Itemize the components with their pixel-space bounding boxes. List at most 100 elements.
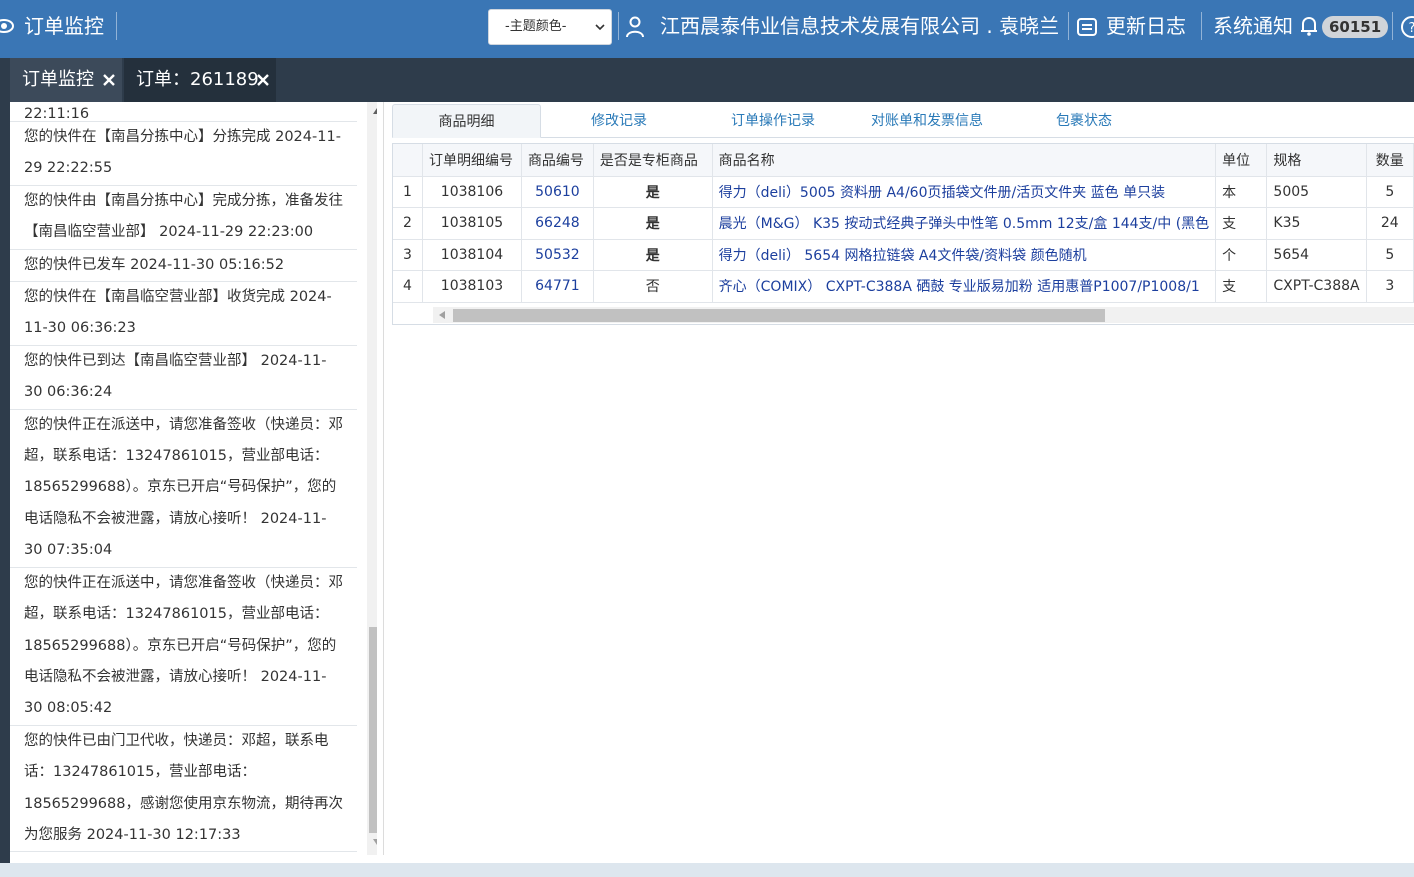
product-id-cell[interactable]: 50532 (521, 239, 594, 271)
unit-cell: 本 (1215, 176, 1268, 208)
spec-cell: K35 (1266, 207, 1367, 240)
tab-order-operation-records[interactable]: 订单操作记录 (731, 104, 815, 138)
scroll-down-arrow-icon[interactable] (373, 839, 377, 845)
tracking-item: 您的快件已到达【南昌临空营业部】 2024-11-30 06:36:24 (10, 346, 357, 410)
column-header[interactable]: 商品编号 (521, 144, 594, 177)
user-icon (626, 16, 644, 38)
column-header[interactable]: 规格 (1266, 144, 1367, 177)
tab-statement-invoice[interactable]: 对账单和发票信息 (871, 104, 983, 138)
product-id-cell[interactable]: 64771 (521, 270, 594, 303)
header-divider (1068, 12, 1069, 40)
tracking-list: 22:11:16 您的快件在【南昌分拣中心】分拣完成 2024-11-29 22… (10, 102, 357, 853)
theme-color-select[interactable]: -主题颜色- (488, 9, 612, 45)
vertical-scrollbar[interactable] (367, 102, 377, 855)
header-divider (1201, 12, 1202, 40)
row-number: 2 (393, 207, 423, 240)
tracking-item: 您的快件由【南昌分拣中心】完成分拣，准备发往【南昌临空营业部】 2024-11-… (10, 186, 357, 250)
tracking-panel: 22:11:16 您的快件在【南昌分拣中心】分拣完成 2024-11-29 22… (10, 102, 377, 855)
table-header-row: 订单明细编号 商品编号 是否是专柜商品 商品名称 单位 规格 数量 (393, 144, 1414, 177)
row-number: 3 (393, 239, 423, 271)
scroll-up-arrow-icon[interactable] (373, 108, 377, 114)
table-row[interactable]: 2 1038105 66248 是 晨光（M&G） K35 按动式经典子弹头中性… (393, 207, 1414, 240)
quantity-cell: 5 (1366, 176, 1414, 208)
tab-product-details[interactable]: 商品明细 (392, 104, 541, 138)
spec-cell: 5005 (1266, 176, 1367, 208)
changelog-icon (1077, 18, 1097, 36)
help-icon[interactable]: ? (1400, 15, 1414, 39)
detail-id-cell: 1038105 (422, 207, 522, 240)
scrollbar-thumb[interactable] (453, 309, 1105, 322)
spec-cell: 5654 (1266, 239, 1367, 271)
app-title: 订单监控 (24, 14, 104, 38)
detail-id-cell: 1038104 (422, 239, 522, 271)
header-divider (1392, 12, 1393, 40)
tracking-item: 您的快件已由门卫代收，快递员：邓超，联系电话：13247861015，营业部电话… (10, 726, 357, 853)
tab-strip: 订单监控 订单：261189 (0, 58, 1414, 102)
column-header[interactable]: 数量 (1366, 144, 1414, 177)
tab-package-status[interactable]: 包裹状态 (1056, 104, 1112, 138)
counter-product-cell: 是 (593, 239, 713, 271)
column-header[interactable]: 是否是专柜商品 (593, 144, 713, 177)
unit-cell: 个 (1215, 239, 1268, 271)
chevron-down-icon (595, 24, 605, 31)
column-header[interactable]: 单位 (1215, 144, 1268, 177)
counter-product-cell: 否 (593, 270, 713, 303)
tracking-item: 您的快件已发车 2024-11-30 05:16:52 (10, 250, 357, 283)
notification-count-badge: 60151 (1322, 16, 1389, 38)
tracking-item: 22:11:16 (10, 102, 357, 122)
column-header[interactable]: 订单明细编号 (422, 144, 522, 177)
header-divider (116, 12, 117, 40)
column-header (393, 144, 423, 177)
eye-icon (0, 19, 14, 33)
product-table: 订单明细编号 商品编号 是否是专柜商品 商品名称 单位 规格 数量 1 1038… (392, 143, 1414, 325)
notifications-link[interactable]: 系统通知 (1213, 12, 1293, 40)
product-table-body: 订单明细编号 商品编号 是否是专柜商品 商品名称 单位 规格 数量 1 1038… (393, 144, 1414, 303)
product-name-cell[interactable]: 得力（deli）5005 资料册 A4/60页插袋文件册/活页文件夹 蓝色 单只… (712, 176, 1217, 208)
detail-id-cell: 1038106 (422, 176, 522, 208)
tab-label: 订单：261189 (136, 69, 259, 90)
counter-product-cell: 是 (593, 207, 713, 240)
detail-tabs: 商品明细 修改记录 订单操作记录 对账单和发票信息 包裹状态 (392, 104, 1414, 138)
spec-cell: CXPT-C388A (1266, 270, 1367, 303)
product-id-cell[interactable]: 66248 (521, 207, 594, 240)
counter-product-cell: 是 (593, 176, 713, 208)
unit-cell: 支 (1215, 270, 1268, 303)
scroll-left-arrow-icon[interactable] (439, 311, 445, 319)
tab-order-detail[interactable]: 订单：261189 (124, 58, 276, 102)
product-id-cell[interactable]: 50610 (521, 176, 594, 208)
close-icon[interactable] (102, 73, 116, 87)
tracking-item: 您的快件在【南昌临空营业部】收货完成 2024-11-30 06:36:23 (10, 282, 357, 346)
product-name-cell[interactable]: 晨光（M&G） K35 按动式经典子弹头中性笔 0.5mm 12支/盒 144支… (712, 207, 1217, 240)
detail-id-cell: 1038103 (422, 270, 522, 303)
tab-modify-records[interactable]: 修改记录 (591, 104, 647, 138)
product-name-cell[interactable]: 齐心（COMIX） CXPT-C388A 硒鼓 专业版易加粉 适用惠普P1007… (712, 270, 1217, 303)
unit-cell: 支 (1215, 207, 1268, 240)
top-header: 订单监控 -主题颜色- 江西晨泰伟业信息技术发展有限公司 . 袁晓兰 更新日志 … (0, 0, 1414, 58)
header-divider (618, 12, 619, 40)
bell-icon[interactable] (1299, 15, 1319, 37)
quantity-cell: 24 (1366, 207, 1414, 240)
quantity-cell: 3 (1366, 270, 1414, 303)
row-number: 4 (393, 270, 423, 303)
theme-select-value: -主题颜色- (505, 19, 567, 34)
quantity-cell: 5 (1366, 239, 1414, 271)
svg-text:?: ? (1409, 21, 1414, 36)
horizontal-scrollbar[interactable] (433, 307, 1414, 323)
tracking-item: 您的快件在【南昌分拣中心】分拣完成 2024-11-29 22:22:55 (10, 122, 357, 186)
left-edge (0, 102, 10, 865)
company-user-name[interactable]: 江西晨泰伟业信息技术发展有限公司 . 袁晓兰 (660, 12, 1059, 40)
tracking-item: 您的快件正在派送中，请您准备签收（快递员：邓超，联系电话：13247861015… (10, 410, 357, 568)
table-row[interactable]: 4 1038103 64771 否 齐心（COMIX） CXPT-C388A 硒… (393, 270, 1414, 303)
tab-label: 订单监控 (22, 69, 94, 90)
product-name-cell[interactable]: 得力（deli） 5654 网格拉链袋 A4文件袋/资料袋 颜色随机 (712, 239, 1217, 271)
changelog-link[interactable]: 更新日志 (1106, 12, 1186, 40)
tracking-item: 您的快件正在派送中，请您准备签收（快递员：邓超，联系电话：13247861015… (10, 568, 357, 726)
table-row[interactable]: 3 1038104 50532 是 得力（deli） 5654 网格拉链袋 A4… (393, 239, 1414, 271)
row-number: 1 (393, 176, 423, 208)
column-header[interactable]: 商品名称 (712, 144, 1217, 177)
scrollbar-thumb[interactable] (369, 627, 377, 833)
close-icon[interactable] (256, 73, 270, 87)
table-row[interactable]: 1 1038106 50610 是 得力（deli）5005 资料册 A4/60… (393, 176, 1414, 208)
tab-order-monitor[interactable]: 订单监控 (10, 58, 122, 102)
panel-divider[interactable] (383, 102, 384, 855)
